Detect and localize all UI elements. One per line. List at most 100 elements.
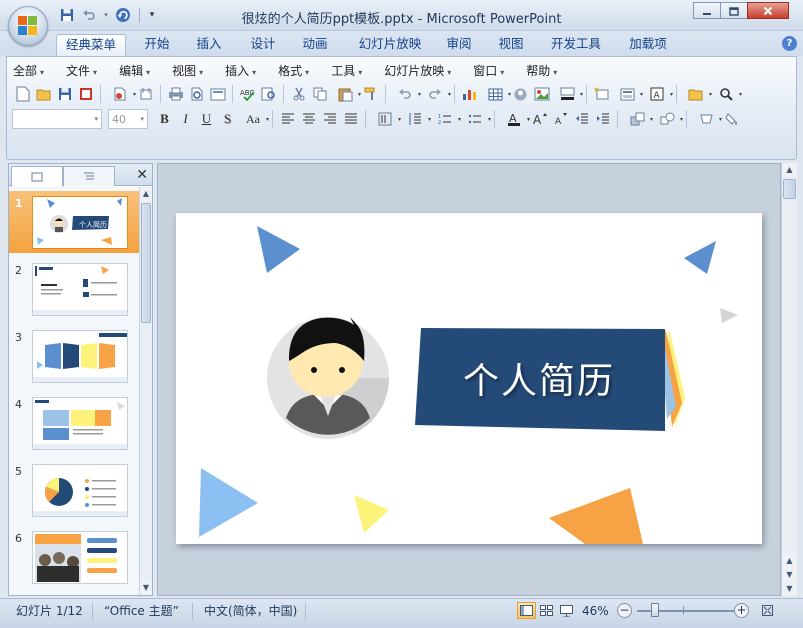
line-spacing-icon[interactable]: ▾: [400, 109, 431, 129]
insert-chart-icon[interactable]: [459, 84, 480, 104]
tab-insert[interactable]: 插入: [188, 34, 230, 56]
italic-button[interactable]: I: [175, 109, 196, 129]
menu-tools[interactable]: 工具 ▾: [331, 62, 362, 79]
redo-toolbar-icon[interactable]: ▾: [420, 84, 451, 104]
slide-show-button[interactable]: [557, 602, 576, 619]
decrease-indent-icon[interactable]: [571, 109, 592, 129]
shape-style-icon[interactable]: ▾: [691, 109, 722, 129]
scroll-up-icon[interactable]: ▲: [782, 163, 797, 177]
scroll-up-icon[interactable]: ▲: [140, 187, 152, 201]
slide-sorter-button[interactable]: [537, 602, 556, 619]
scroll-thumb[interactable]: [141, 203, 151, 323]
close-panel-icon[interactable]: ✕: [136, 167, 148, 183]
font-name-select[interactable]: ▾: [12, 109, 102, 129]
print-icon[interactable]: [165, 84, 186, 104]
slide-thumbnail[interactable]: 6: [9, 526, 139, 588]
open-folder-icon[interactable]: ▾: [681, 84, 712, 104]
grow-font-icon[interactable]: A: [529, 109, 550, 129]
spelling-icon[interactable]: ABC: [237, 84, 258, 104]
fit-to-window-button[interactable]: [758, 602, 777, 619]
slide-thumbnail[interactable]: 5: [9, 459, 139, 521]
open-icon[interactable]: [33, 84, 54, 104]
slide-thumbnail[interactable]: 1 个人简历: [9, 191, 139, 253]
change-case-button[interactable]: Aa ▾: [238, 109, 269, 129]
new-icon[interactable]: [12, 84, 33, 104]
language-status[interactable]: 中文(简体，中国): [204, 602, 297, 621]
close-button[interactable]: [747, 2, 789, 19]
format-painter-icon[interactable]: [360, 84, 381, 104]
bullets-icon[interactable]: ▾: [460, 109, 491, 129]
arrange-icon[interactable]: ▾: [622, 109, 653, 129]
slide-editing-area[interactable]: 个人简历: [157, 163, 781, 596]
next-slide-icon[interactable]: ▼: [782, 568, 797, 582]
menu-window[interactable]: 窗口 ▾: [473, 62, 504, 79]
zoom-level[interactable]: 46%: [582, 602, 609, 621]
slide-thumbnail[interactable]: 2: [9, 258, 139, 320]
justify-icon[interactable]: [340, 109, 361, 129]
menu-view[interactable]: 视图 ▾: [172, 62, 203, 79]
insert-table-icon[interactable]: ▾: [480, 84, 511, 104]
tab-classic-menu[interactable]: 经典菜单: [56, 34, 126, 56]
menu-slide-show[interactable]: 幻灯片放映 ▾: [384, 62, 451, 79]
scroll-down-icon[interactable]: ▼: [140, 581, 152, 595]
restore-button[interactable]: [720, 2, 748, 19]
menu-help[interactable]: 帮助 ▾: [526, 62, 557, 79]
shrink-font-icon[interactable]: A: [550, 109, 571, 129]
text-box-icon[interactable]: A ▾: [642, 84, 673, 104]
zoom-slider-thumb[interactable]: [651, 603, 659, 617]
align-right-icon[interactable]: [319, 109, 340, 129]
scroll-down-icon[interactable]: ▼: [782, 582, 797, 596]
tab-slides[interactable]: [11, 166, 63, 187]
tab-outline[interactable]: [63, 166, 115, 186]
new-slide-icon[interactable]: [591, 84, 612, 104]
save-toolbar-icon[interactable]: [54, 84, 75, 104]
slide-layout-icon[interactable]: ▾: [612, 84, 643, 104]
minimize-button[interactable]: [693, 2, 721, 19]
find-icon[interactable]: ▾: [711, 84, 742, 104]
line-color-icon[interactable]: ▾: [552, 84, 583, 104]
tab-slide-show[interactable]: 幻灯片放映: [350, 34, 430, 56]
previous-slide-icon[interactable]: ▲: [782, 554, 797, 568]
tab-home[interactable]: 开始: [136, 34, 178, 56]
shapes-icon[interactable]: ▾: [652, 109, 683, 129]
text-direction-icon[interactable]: ▾: [370, 109, 401, 129]
zoom-in-icon[interactable]: +: [734, 603, 749, 618]
bold-button[interactable]: B: [154, 109, 175, 129]
office-button[interactable]: [8, 6, 48, 46]
attach-icon[interactable]: [135, 84, 156, 104]
tab-view[interactable]: 视图: [490, 34, 532, 56]
tab-add-ins[interactable]: 加载项: [622, 34, 674, 56]
tab-developer[interactable]: 开发工具: [544, 34, 608, 56]
slide-thumbnail[interactable]: 4: [9, 392, 139, 454]
scroll-thumb[interactable]: [783, 179, 796, 199]
undo-toolbar-icon[interactable]: ▾: [390, 84, 421, 104]
fill-color-icon[interactable]: [721, 109, 742, 129]
tab-review[interactable]: 审阅: [438, 34, 480, 56]
thumbnails-scrollbar[interactable]: ▲ ▼: [139, 187, 152, 595]
paste-icon[interactable]: ▾: [330, 84, 361, 104]
insert-picture-icon[interactable]: [531, 84, 552, 104]
slide-icon[interactable]: [207, 84, 228, 104]
tab-design[interactable]: 设计: [242, 34, 284, 56]
clipart-icon[interactable]: [510, 84, 531, 104]
print-preview-icon[interactable]: [186, 84, 207, 104]
increase-indent-icon[interactable]: [592, 109, 613, 129]
tab-animations[interactable]: 动画: [294, 34, 336, 56]
shadow-button[interactable]: S: [217, 109, 238, 129]
copy-icon[interactable]: [309, 84, 330, 104]
align-left-icon[interactable]: [277, 109, 298, 129]
align-center-icon[interactable]: [298, 109, 319, 129]
font-color-icon[interactable]: A ▾: [499, 109, 530, 129]
cut-icon[interactable]: [288, 84, 309, 104]
zoom-out-icon[interactable]: −: [617, 603, 632, 618]
menu-insert[interactable]: 插入 ▾: [225, 62, 256, 79]
main-scrollbar[interactable]: ▲ ▲ ▼ ▼: [781, 163, 797, 596]
save-as-pdf-icon[interactable]: [75, 84, 96, 104]
slide-thumbnail[interactable]: 3: [9, 325, 139, 387]
menu-format[interactable]: 格式 ▾: [278, 62, 309, 79]
underline-button[interactable]: U: [196, 109, 217, 129]
numbering-icon[interactable]: 1 2 ▾: [430, 109, 461, 129]
normal-view-button[interactable]: [517, 602, 536, 619]
font-size-select[interactable]: 40 ▾: [108, 109, 148, 129]
slide-title[interactable]: 个人简历: [434, 352, 644, 404]
